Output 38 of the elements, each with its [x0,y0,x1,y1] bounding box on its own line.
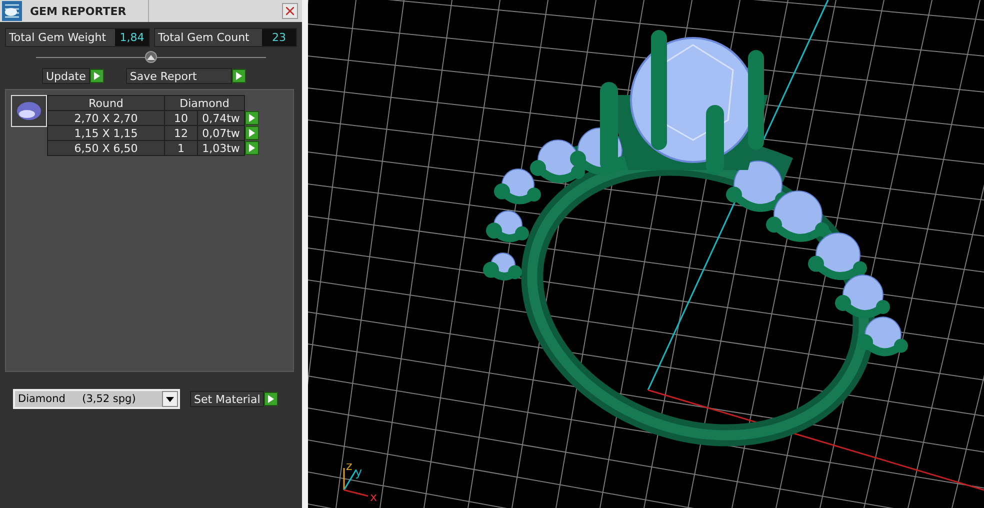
play-icon [94,72,100,80]
stat-value: 1,84 [115,29,149,46]
play-button[interactable] [245,111,259,125]
table-cell: 1,03tw [198,140,244,156]
play-button[interactable] [264,392,278,406]
app-icon [2,1,22,21]
table-cell: 12 [164,126,198,140]
stat-label: Total Gem Weight [8,30,108,46]
collapse-handle[interactable] [145,51,157,63]
play-button[interactable] [245,126,259,140]
table-cell: 0,07tw [198,126,244,140]
play-button[interactable] [90,69,104,83]
play-icon [236,72,242,80]
axis-label: z [346,459,352,473]
window-title: GEM REPORTER [30,4,128,18]
table-cell: 0,74tw [198,110,244,126]
stat-value: 23 [262,29,296,46]
table-cell: 2,70 X 2,70 [48,110,164,126]
gem-icon [11,95,47,127]
column-header: Diamond [164,96,244,110]
table-cell: 10 [164,110,198,126]
close-icon [286,7,294,15]
set-material-button[interactable]: Set Material [190,391,264,407]
axis-label: y [355,465,362,479]
table-cell: 6,50 X 6,50 [48,140,164,156]
axis-triad-drawing [343,468,368,497]
column-header: Round [48,96,164,110]
action-button[interactable]: Save Report [126,68,232,84]
material-dropdown[interactable]: Diamond (3,52 spg) [13,389,180,409]
stat-label: Total Gem Count [157,30,250,46]
action-button[interactable]: Update [42,68,90,84]
play-button[interactable] [245,141,259,155]
table-cell: 1 [164,140,198,156]
play-icon [268,395,274,403]
close-button[interactable] [282,3,298,19]
table-cell: 1,15 X 1,15 [48,126,164,140]
play-button[interactable] [232,69,246,83]
axis-label: x [370,490,378,504]
